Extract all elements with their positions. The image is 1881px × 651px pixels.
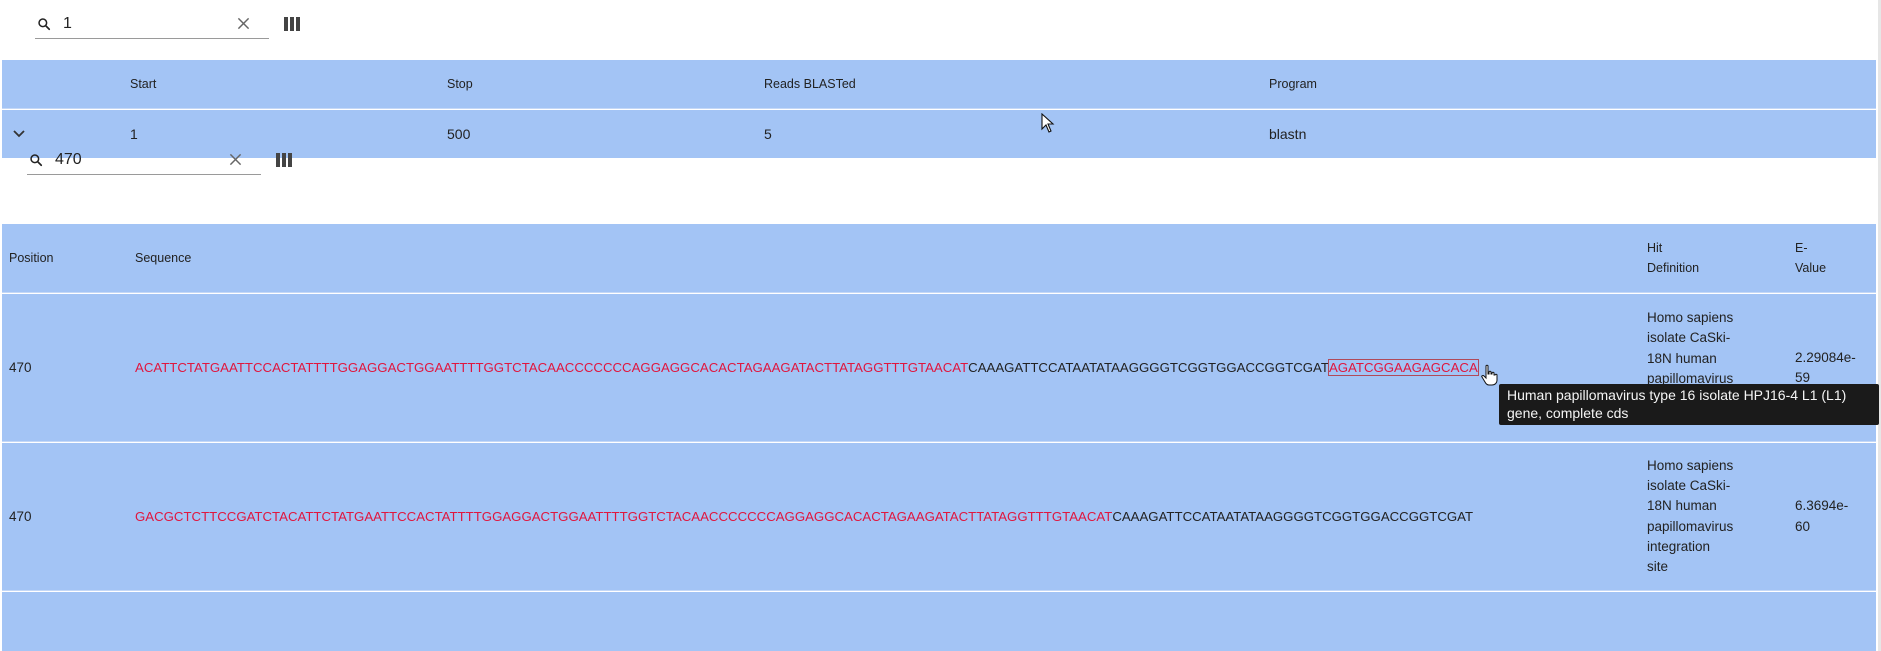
e-value-header-line: Value [1795,261,1827,275]
sequence-hit-segment: GACGCTCTTCCGATCTACATTCTATGAATTCCACTATTTT… [135,509,1113,524]
cell-stop: 500 [447,126,471,142]
sequence-plain-segment: CAAAGATTCCATAATATAAGGGGTCGGTGGACCGGTCGAT [968,360,1329,375]
hit-definition-line: site [1647,559,1669,575]
inner-search-clear-button[interactable] [225,150,245,170]
view-columns-icon [284,17,300,31]
expand-row-button[interactable] [8,123,30,145]
close-icon [237,17,249,30]
cell-sequence: GACGCTCTTCCGATCTACATTCTATGAATTCCACTATTTT… [135,443,1473,590]
inner-table-header: Position Sequence Hit Definition E- Valu… [2,224,1876,293]
inner-search-field [27,145,261,175]
cell-position: 470 [9,509,32,524]
search-icon [35,15,53,33]
hit-definition-line: isolate CaSki- [1647,477,1731,493]
cell-e-value: 6.3694e- 60 [1795,443,1848,590]
column-header-sequence[interactable]: Sequence [135,224,191,292]
hit-definition-line: papillomavirus [1647,370,1734,385]
tooltip-line: Human papillomavirus type 16 isolate HPJ… [1507,387,1847,403]
search-icon [27,151,45,169]
hit-definition-line: isolate CaSki- [1647,330,1731,346]
e-value-line: 6.3694e- [1795,498,1849,514]
hit-tooltip: Human papillomavirus type 16 isolate HPJ… [1499,384,1879,425]
column-header-hit-definition[interactable]: Hit Definition [1647,224,1699,292]
close-icon [229,153,241,166]
view-columns-icon [276,153,292,167]
e-value-line: 60 [1795,518,1811,534]
cell-hit-definition: Homo sapiens isolate CaSki- 18N human pa… [1647,443,1733,590]
outer-search-input[interactable] [63,11,233,36]
table-row[interactable]: 470 GACGCTCTTCCGATCTACATTCTATGAATTCCACTA… [2,443,1876,591]
table-row-empty [2,592,1876,651]
inner-columns-button[interactable] [273,149,295,171]
cell-sequence: ACATTCTATGAATTCCACTATTTTGGAGGACTGGAATTTT… [135,294,1479,441]
hit-definition-line: Homo sapiens [1647,457,1734,473]
sequence-hit-segment: ACATTCTATGAATTCCACTATTTTGGAGGACTGGAATTTT… [135,360,969,375]
column-header-position[interactable]: Position [9,224,53,292]
hit-definition-line: 18N human [1647,498,1717,514]
hit-definition-line: 18N human [1647,350,1717,366]
column-header-program[interactable]: Program [1269,60,1317,108]
outer-search-field [35,9,269,39]
e-value-header-line: E- [1795,240,1808,255]
outer-search-clear-button[interactable] [233,14,253,34]
hit-definition-header-line: Hit [1647,240,1663,255]
cell-position: 470 [9,360,32,375]
column-header-start[interactable]: Start [130,60,156,108]
e-value-line: 2.29084e- [1795,350,1856,365]
column-header-e-value[interactable]: E- Value [1795,224,1826,292]
hit-definition-line: Homo sapiens [1647,310,1734,325]
app-page: Start Stop Reads BLASTed Program 1 500 5… [0,0,1881,651]
cell-reads-blasted: 5 [764,126,772,142]
hit-definition-header-line: Definition [1647,261,1700,275]
inner-search-input[interactable] [55,147,225,172]
tooltip-line: gene, complete cds [1507,404,1629,421]
outer-columns-button[interactable] [281,13,303,35]
outer-toolbar [35,9,303,39]
sequence-plain-segment: CAAAGATTCCATAATATAAGGGGTCGGTGGACCGGTCGAT [1112,509,1474,524]
mouse-pointer-icon [1041,113,1055,133]
column-header-reads-blasted[interactable]: Reads BLASTed [764,60,856,108]
cell-program: blastn [1269,126,1307,142]
hand-pointer-icon [1481,364,1498,386]
chevron-down-icon [13,130,25,138]
sequence-hovered-segment[interactable]: AGATCGGAAGAGCACA [1327,359,1479,376]
hit-definition-line: papillomavirus [1647,518,1734,534]
inner-toolbar [27,145,295,175]
column-header-stop[interactable]: Stop [447,60,473,108]
hit-definition-line: integration [1647,538,1711,554]
outer-table-header: Start Stop Reads BLASTed Program [2,60,1876,109]
